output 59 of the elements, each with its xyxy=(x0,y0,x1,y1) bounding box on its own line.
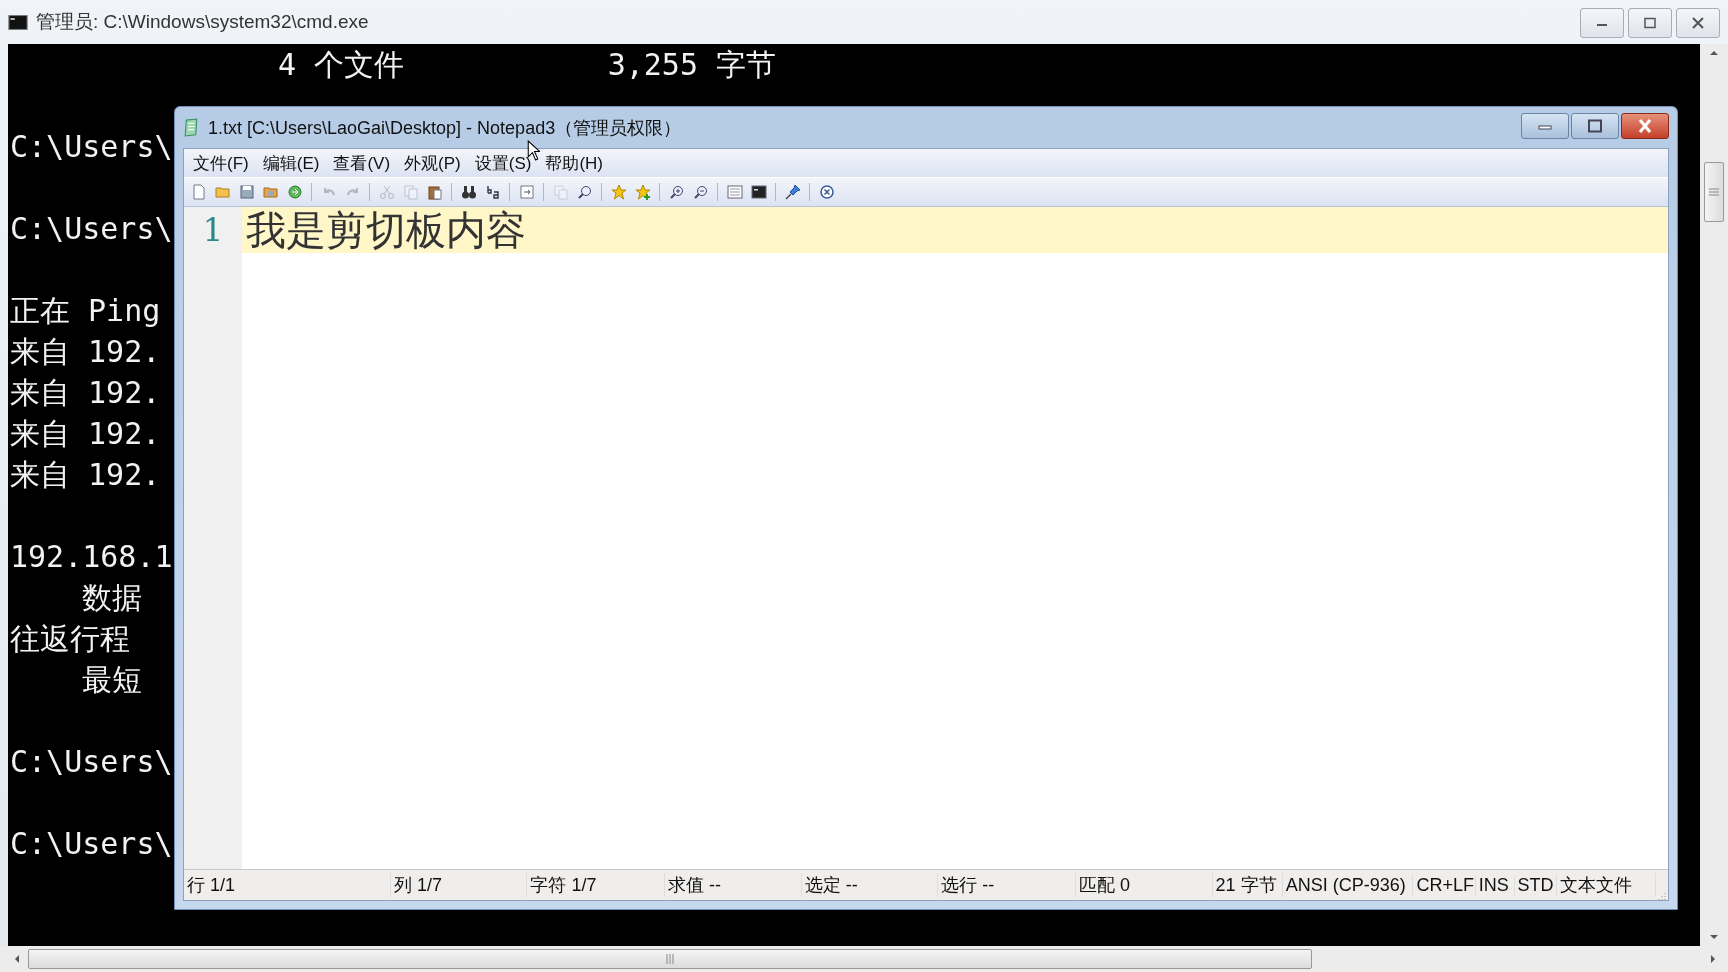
console-text: 来自 192. xyxy=(10,333,161,371)
close-button[interactable] xyxy=(1621,113,1669,139)
grip-icon[interactable] xyxy=(1709,188,1719,196)
console-text: 来自 192. xyxy=(10,456,161,494)
status-text: 字符 1/7 xyxy=(527,873,666,897)
console-text: 最短 xyxy=(82,661,142,699)
status-text: ANSI (CP-936) xyxy=(1282,874,1414,896)
left-arrow-icon[interactable] xyxy=(14,954,20,964)
notepad-icon xyxy=(183,118,200,137)
status-text: 选定 -- xyxy=(801,873,939,897)
menu-item[interactable]: 帮助(H) xyxy=(538,149,610,177)
maximize-icon xyxy=(1642,17,1658,29)
horizontal-scrollbar[interactable] xyxy=(0,946,1728,972)
minimize-button[interactable] xyxy=(1580,8,1624,38)
grip-icon[interactable] xyxy=(666,954,674,964)
close-icon xyxy=(1690,17,1706,29)
console-text: 数据 xyxy=(82,579,142,617)
console-text: 正在 Ping xyxy=(10,292,161,330)
right-arrow-icon[interactable] xyxy=(1710,954,1716,964)
status-text: 21 字节 xyxy=(1212,873,1283,897)
menu-item[interactable]: 编辑(E) xyxy=(255,149,327,177)
console-text: 字节 xyxy=(716,46,776,84)
status-text: STD xyxy=(1514,874,1558,896)
maximize-button[interactable] xyxy=(1571,113,1619,139)
close-icon xyxy=(1637,119,1653,133)
menu-item[interactable]: 文件(F) xyxy=(186,149,256,177)
console-text: 往返行程 xyxy=(10,620,130,658)
console-text: 来自 192. xyxy=(10,374,161,412)
vertical-scrollbar[interactable] xyxy=(1700,44,1728,946)
menu-item[interactable]: 设置(S) xyxy=(467,149,539,177)
up-arrow-icon[interactable] xyxy=(1709,50,1719,56)
menu-item[interactable]: 外观(P) xyxy=(397,149,468,177)
editor-text: 我是剪切板内容 xyxy=(246,205,526,255)
maximize-button[interactable] xyxy=(1628,8,1672,38)
console-icon xyxy=(8,14,28,30)
status-text: CR+LF xyxy=(1413,874,1476,896)
menu-item[interactable]: 查看(V) xyxy=(326,149,398,177)
resize-grip-icon[interactable] xyxy=(1656,890,1666,900)
status-text: 文本文件 xyxy=(1557,873,1657,897)
window-title: 1.txt [C:\Users\LaoGai\Desktop] - Notepad3（管理员权限） xyxy=(208,116,682,140)
status-text: 列 1/7 xyxy=(390,873,528,897)
status-text: 行 1/1 xyxy=(184,873,391,897)
console-text: C:\Users\ xyxy=(10,210,173,248)
line-number: 1 xyxy=(202,210,224,251)
status-text: 选行 -- xyxy=(938,873,1076,897)
status-text: INS xyxy=(1475,874,1515,896)
status-text: 匹配 0 xyxy=(1075,873,1213,897)
status-text: 求值 -- xyxy=(665,873,802,897)
down-arrow-icon[interactable] xyxy=(1709,934,1719,940)
console-text: C:\Users\ xyxy=(10,743,173,781)
console-text: 4 个文件 xyxy=(278,46,406,84)
console-text: 3,255 xyxy=(606,46,698,84)
console-text: 192.168.1 xyxy=(10,538,173,576)
console-text: C:\Users\ xyxy=(10,825,173,863)
window-title: 管理员: C:\Windows\system32\cmd.exe xyxy=(36,10,369,34)
maximize-icon xyxy=(1587,119,1603,133)
console-text: C:\Users\ xyxy=(10,128,173,166)
close-button[interactable] xyxy=(1676,8,1720,38)
console-text: 来自 192. xyxy=(10,415,161,453)
